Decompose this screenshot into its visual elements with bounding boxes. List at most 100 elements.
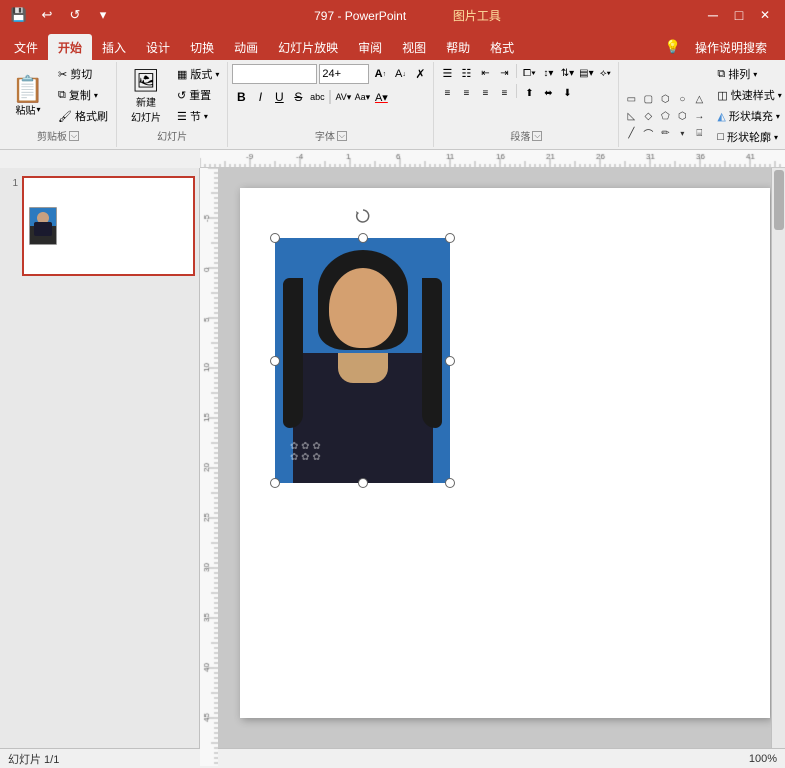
slide-thumbnail-1[interactable]: 1 <box>4 176 195 276</box>
maximize-button[interactable]: □ <box>727 5 751 25</box>
shape-snip-rect[interactable]: ⬡ <box>657 91 673 107</box>
quick-styles-button[interactable]: ◫ 快速样式 ▾ <box>713 85 785 105</box>
font-color-button[interactable]: A▾ <box>372 88 390 106</box>
columns-button[interactable]: ⧠▾ <box>520 64 538 82</box>
decrease-font-button[interactable]: A↓ <box>391 65 409 83</box>
save-button[interactable]: 💾 <box>8 4 30 26</box>
tab-view[interactable]: 视图 <box>392 34 436 60</box>
shape-pentagon[interactable]: ⬠ <box>657 108 673 124</box>
new-slide-button[interactable]: 🖼 新建幻灯片 <box>121 64 171 128</box>
shape-oval[interactable]: ○ <box>674 91 690 107</box>
shadow-button[interactable]: abc <box>308 88 326 106</box>
clear-format-button[interactable]: ✗ <box>411 65 429 83</box>
v-scroll-thumb[interactable] <box>774 170 784 230</box>
align-left-button[interactable]: ≡ <box>438 84 456 102</box>
section-button[interactable]: ☰ 节 ▾ <box>173 106 223 126</box>
reset-icon: ↺ <box>177 89 186 102</box>
handle-tr[interactable] <box>445 233 455 243</box>
font-name-input[interactable] <box>232 64 317 84</box>
shape-diamond[interactable]: ◇ <box>640 108 656 124</box>
tab-transition[interactable]: 切换 <box>180 34 224 60</box>
shape-rect[interactable]: ▭ <box>623 91 639 107</box>
slide-canvas[interactable]: ✿ ✿ ✿✿ ✿ ✿ <box>240 188 770 718</box>
clipboard-expand[interactable]: ⌵ <box>69 131 79 141</box>
text-align-button[interactable]: ▤▾ <box>577 64 595 82</box>
shape-more[interactable]: ▾ <box>674 125 690 141</box>
align-center-button[interactable]: ≡ <box>457 84 475 102</box>
handle-mr[interactable] <box>445 356 455 366</box>
font-size-input[interactable] <box>319 64 369 84</box>
smartart-button[interactable]: ⟡▾ <box>596 64 614 82</box>
decrease-indent-button[interactable]: ⇤ <box>476 64 494 82</box>
help-icon[interactable]: 💡 <box>665 39 681 55</box>
slide-thumb-image-1[interactable] <box>22 176 195 276</box>
align-right-button[interactable]: ≡ <box>476 84 494 102</box>
handle-tc[interactable] <box>358 233 368 243</box>
shape-line[interactable]: ╱ <box>623 125 639 141</box>
increase-indent-button[interactable]: ⇥ <box>495 64 513 82</box>
italic-button[interactable]: I <box>251 88 269 106</box>
text-direction-button[interactable]: ⇅▾ <box>558 64 576 82</box>
undo-button[interactable]: ↩ <box>36 4 58 26</box>
handle-bl[interactable] <box>270 478 280 488</box>
char-spacing-button[interactable]: AV▾ <box>334 88 352 106</box>
shape-outline-button[interactable]: □ 形状轮廓 ▾ <box>713 127 785 147</box>
zoom-level: 100% <box>749 753 777 765</box>
layout-button[interactable]: ▦ 版式 ▾ <box>173 64 223 84</box>
shape-triangle[interactable]: △ <box>691 91 707 107</box>
tab-home[interactable]: 开始 <box>48 34 92 60</box>
justify-button[interactable]: ≡ <box>495 84 513 102</box>
handle-bc[interactable] <box>358 478 368 488</box>
handle-tl[interactable] <box>270 233 280 243</box>
align-top-button[interactable]: ⬆ <box>520 84 538 102</box>
shape-outline-dropdown: ▾ <box>774 133 778 142</box>
shape-freeform[interactable]: ✏ <box>657 125 673 141</box>
cut-button[interactable]: ✂ 剪切 <box>54 64 112 84</box>
tab-review[interactable]: 审阅 <box>348 34 392 60</box>
search-tab[interactable]: 操作说明搜索 <box>685 34 777 60</box>
increase-font-button[interactable]: A↑ <box>371 65 389 83</box>
close-button[interactable]: ✕ <box>753 5 777 25</box>
tab-design[interactable]: 设计 <box>136 34 180 60</box>
tab-help[interactable]: 帮助 <box>436 34 480 60</box>
photo-container[interactable]: ✿ ✿ ✿✿ ✿ ✿ <box>275 238 450 483</box>
shape-arrow[interactable]: → <box>691 108 707 124</box>
shape-connector[interactable]: ⌒ <box>640 125 656 141</box>
paste-button[interactable]: 📋 粘贴▾ <box>4 64 52 128</box>
redo-button[interactable]: ↺ <box>64 4 86 26</box>
bold-button[interactable]: B <box>232 88 250 106</box>
numbering-button[interactable]: ☷ <box>457 64 475 82</box>
shape-right-triangle[interactable]: ◺ <box>623 108 639 124</box>
align-bottom-button[interactable]: ⬇ <box>558 84 576 102</box>
canvas-area[interactable]: ✿ ✿ ✿✿ ✿ ✿ <box>200 168 785 766</box>
customize-button[interactable]: ▾ <box>92 4 114 26</box>
underline-button[interactable]: U <box>270 88 288 106</box>
tab-insert[interactable]: 插入 <box>92 34 136 60</box>
font-color-label-button[interactable]: Aa▾ <box>353 88 371 106</box>
handle-br[interactable] <box>445 478 455 488</box>
minimize-button[interactable]: ─ <box>701 5 725 25</box>
copy-button[interactable]: ⧉ 复制 ▾ <box>54 85 112 105</box>
shape-rounded-rect[interactable]: ▢ <box>640 91 656 107</box>
tab-slideshow[interactable]: 幻灯片放映 <box>268 34 348 60</box>
bullets-button[interactable]: ☰ <box>438 64 456 82</box>
align-middle-button[interactable]: ⬌ <box>539 84 557 102</box>
strikethrough-button[interactable]: S <box>289 88 307 106</box>
line-spacing-button[interactable]: ↕▾ <box>539 64 557 82</box>
format-painter-button[interactable]: 🖌 格式刷 <box>54 106 112 126</box>
shape-hexagon[interactable]: ⬡ <box>674 108 690 124</box>
tab-format[interactable]: 格式 <box>480 34 524 60</box>
rotate-handle[interactable] <box>355 208 371 224</box>
paragraph-expand[interactable]: ⌵ <box>532 131 542 141</box>
reset-button[interactable]: ↺ 重置 <box>173 85 223 105</box>
slide-panel[interactable]: 1 <box>0 168 200 766</box>
tab-animation[interactable]: 动画 <box>224 34 268 60</box>
font-expand[interactable]: ⌵ <box>337 131 347 141</box>
vertical-scrollbar[interactable] <box>771 168 785 752</box>
tab-file[interactable]: 文件 <box>4 34 48 60</box>
divider2 <box>516 64 517 78</box>
shape-fill-button[interactable]: ◭ 形状填充 ▾ <box>713 106 785 126</box>
handle-ml[interactable] <box>270 356 280 366</box>
arrange-button[interactable]: ⧉ 排列 ▾ <box>713 64 785 84</box>
shape-textbox[interactable]: ⌸ <box>691 125 707 141</box>
